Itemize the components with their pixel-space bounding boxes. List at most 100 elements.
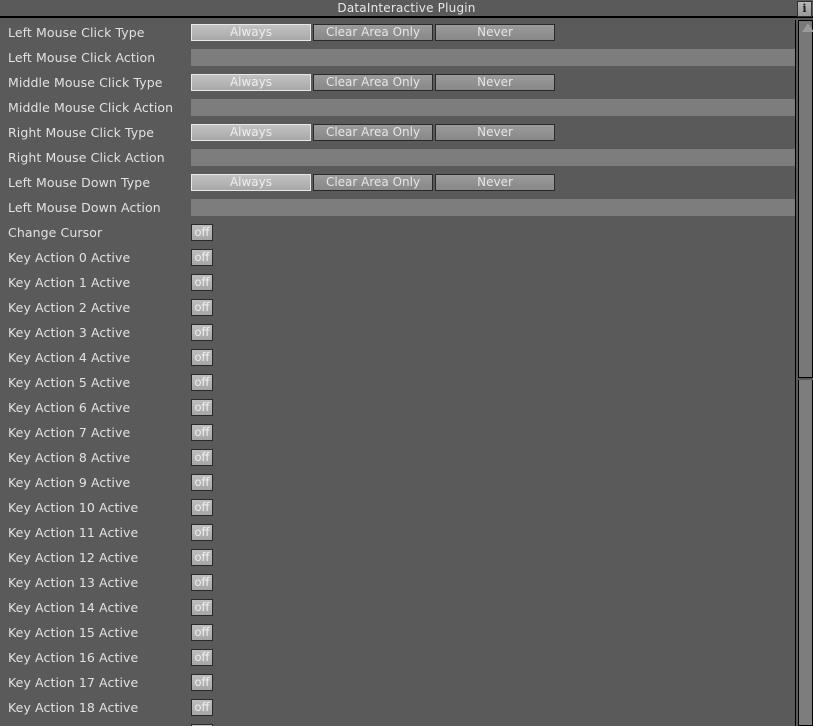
segment-button-always[interactable]: Always xyxy=(191,174,311,191)
info-icon[interactable]: i xyxy=(797,1,812,17)
row-label: Change Cursor xyxy=(8,225,103,240)
row-label: Key Action 1 Active xyxy=(8,275,131,290)
toggle-button[interactable]: off xyxy=(191,374,213,391)
segment-button-never[interactable]: Never xyxy=(435,74,555,91)
segment-button-always[interactable]: Always xyxy=(191,124,311,141)
settings-row: Key Action 19 Activeoff xyxy=(0,720,795,726)
settings-row: Change Cursor off xyxy=(0,220,795,245)
segment-button-clear_area_only[interactable]: Clear Area Only xyxy=(313,74,433,91)
row-label: Key Action 7 Active xyxy=(8,425,131,440)
row-label: Key Action 16 Active xyxy=(8,650,139,665)
row-label: Left Mouse Down Action xyxy=(8,200,161,215)
settings-row: Key Action 18 Active off xyxy=(0,695,795,720)
row-label: Left Mouse Click Type xyxy=(8,25,145,40)
row-label: Key Action 19 Active xyxy=(8,720,138,726)
toggle-button[interactable]: off xyxy=(191,649,213,666)
segment-button-clear_area_only[interactable]: Clear Area Only xyxy=(313,174,433,191)
row-label: Key Action 5 Active xyxy=(8,375,131,390)
action-value-field[interactable] xyxy=(191,199,795,216)
settings-row: Key Action 14 Active off xyxy=(0,595,795,620)
row-label: Key Action 11 Active xyxy=(8,525,139,540)
segment-button-always[interactable]: Always xyxy=(191,24,311,41)
settings-row: Key Action 9 Active off xyxy=(0,470,795,495)
row-label: Key Action 17 Active xyxy=(8,675,139,690)
row-label: Key Action 8 Active xyxy=(8,450,131,465)
segmented-control: Always Clear Area Only Never xyxy=(191,74,557,91)
segment-button-never[interactable]: Never xyxy=(435,124,555,141)
settings-list: Left Mouse Click Type Always Clear Area On… xyxy=(0,20,795,726)
row-label: Key Action 14 Active xyxy=(8,600,139,615)
row-label: Key Action 4 Active xyxy=(8,350,131,365)
toggle-button[interactable]: off xyxy=(191,624,213,641)
row-label: Key Action 10 Active xyxy=(8,500,139,515)
segment-button-clear_area_only[interactable]: Clear Area Only xyxy=(313,24,433,41)
segmented-control: Always Clear Area Only Never xyxy=(191,24,557,41)
triangle-up-icon xyxy=(802,23,813,32)
settings-row: Key Action 5 Active off xyxy=(0,370,795,395)
settings-row: Key Action 1 Active off xyxy=(0,270,795,295)
row-label: Key Action 6 Active xyxy=(8,400,131,415)
segment-button-never[interactable]: Never xyxy=(435,174,555,191)
settings-row: Key Action 4 Active off xyxy=(0,345,795,370)
toggle-button[interactable]: off xyxy=(191,399,213,416)
settings-row: Key Action 12 Active off xyxy=(0,545,795,570)
settings-row: Left Mouse Click Type Always Clear Area On… xyxy=(0,20,795,45)
row-label: Key Action 3 Active xyxy=(8,325,131,340)
toggle-button[interactable]: off xyxy=(191,674,213,691)
toggle-button[interactable]: off xyxy=(191,499,213,516)
settings-row: Key Action 16 Active off xyxy=(0,645,795,670)
row-label: Key Action 0 Active xyxy=(8,250,131,265)
toggle-button[interactable]: off xyxy=(191,574,213,591)
row-label: Middle Mouse Click Type xyxy=(8,75,163,90)
scrollbar-lower-track[interactable] xyxy=(798,380,813,726)
row-label: Right Mouse Click Type xyxy=(8,125,155,140)
settings-row: Left Mouse Down Action xyxy=(0,195,795,220)
settings-row: Key Action 7 Active off xyxy=(0,420,795,445)
settings-row: Key Action 8 Active off xyxy=(0,445,795,470)
toggle-button[interactable]: off xyxy=(191,474,213,491)
toggle-button[interactable]: off xyxy=(191,299,213,316)
row-label: Key Action 15 Active xyxy=(8,625,139,640)
settings-row: Key Action 15 Active off xyxy=(0,620,795,645)
toggle-button[interactable]: off xyxy=(191,224,213,241)
settings-row: Left Mouse Click Action xyxy=(0,45,795,70)
toggle-button[interactable]: off xyxy=(191,274,213,291)
settings-row: Key Action 3 Active off xyxy=(0,320,795,345)
toggle-button[interactable]: off xyxy=(191,699,213,716)
settings-row: Middle Mouse Click Type Always Clear Area … xyxy=(0,70,795,95)
settings-row: Key Action 17 Active off xyxy=(0,670,795,695)
settings-row: Key Action 10 Active off xyxy=(0,495,795,520)
settings-row: Key Action 2 Active off xyxy=(0,295,795,320)
settings-row: Left Mouse Down Type Always Clear Area Onl… xyxy=(0,170,795,195)
toggle-button[interactable]: off xyxy=(191,524,213,541)
plugin-window: DataInteractive Plugin i Left Mouse Clic… xyxy=(0,0,813,726)
row-label: Left Mouse Down Type xyxy=(8,175,151,190)
settings-row: Key Action 6 Active off xyxy=(0,395,795,420)
vertical-scrollbar[interactable] xyxy=(795,20,813,726)
row-label: Key Action 18 Active xyxy=(8,700,139,715)
settings-row: Key Action 11 Active off xyxy=(0,520,795,545)
row-label: Key Action 2 Active xyxy=(8,300,131,315)
row-label: Middle Mouse Click Action xyxy=(8,100,174,115)
settings-row: Key Action 13 Active off xyxy=(0,570,795,595)
window-title: DataInteractive Plugin xyxy=(337,1,476,15)
title-bar: DataInteractive Plugin i xyxy=(0,0,813,18)
scrollbar-thumb[interactable] xyxy=(798,20,813,378)
segment-button-always[interactable]: Always xyxy=(191,74,311,91)
segment-button-clear_area_only[interactable]: Clear Area Only xyxy=(313,124,433,141)
settings-row: Key Action 0 Active off xyxy=(0,245,795,270)
row-label: Right Mouse Click Action xyxy=(8,150,165,165)
toggle-button[interactable]: off xyxy=(191,449,213,466)
segmented-control: Always Clear Area Only Never xyxy=(191,174,557,191)
action-value-field[interactable] xyxy=(191,49,795,66)
row-label: Key Action 13 Active xyxy=(8,575,139,590)
toggle-button[interactable]: off xyxy=(191,324,213,341)
toggle-button[interactable]: off xyxy=(191,549,213,566)
toggle-button[interactable]: off xyxy=(191,599,213,616)
toggle-button[interactable]: off xyxy=(191,349,213,366)
toggle-button[interactable]: off xyxy=(191,249,213,266)
action-value-field[interactable] xyxy=(191,149,795,166)
toggle-button[interactable]: off xyxy=(191,424,213,441)
action-value-field[interactable] xyxy=(191,99,795,116)
segment-button-never[interactable]: Never xyxy=(435,24,555,41)
